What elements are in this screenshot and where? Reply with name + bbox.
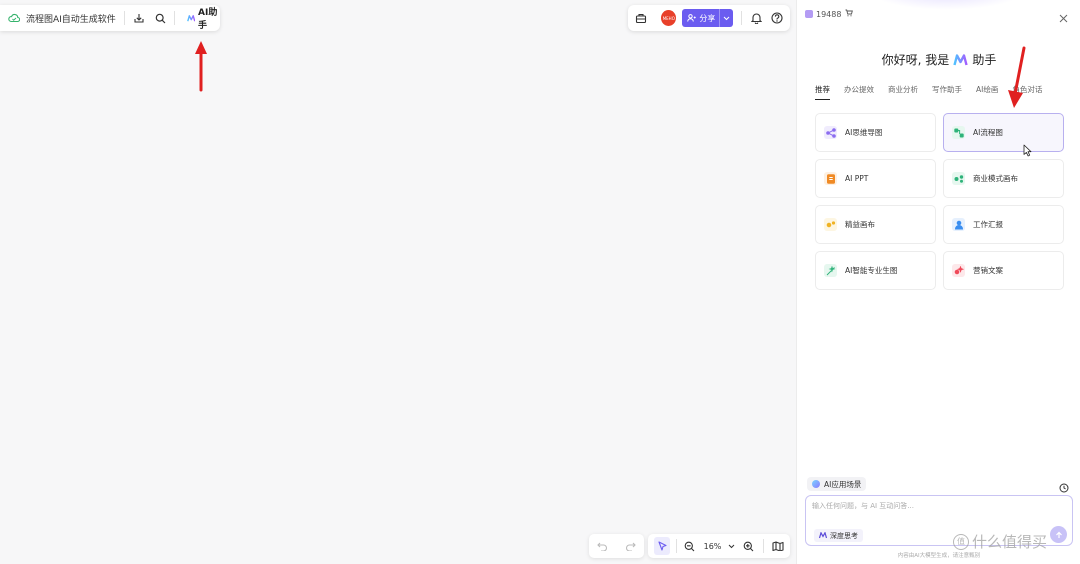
send-button[interactable] [1050,526,1067,543]
app-card-label: AI智能专业生图 [845,266,898,275]
chevron-down-icon[interactable] [718,9,733,27]
zoom-level[interactable]: 16% [704,542,722,551]
tab-business[interactable]: 商业分析 [888,84,918,100]
image-gen-icon [824,264,837,277]
greeting-heading: 你好呀, 我是 助手 [797,51,1080,68]
app-card-label: 商业模式画布 [973,174,1018,183]
share-button[interactable]: 分享 [682,9,733,27]
tab-writing[interactable]: 写作助手 [932,84,962,100]
app-card-label: AI PPT [845,174,869,183]
scene-icon [812,480,820,488]
panel-glow [867,0,1027,10]
app-card[interactable]: AI思维导图 [815,113,936,152]
mindmap-icon [824,126,837,139]
watermark-badge: 值 [953,533,969,550]
select-tool-button[interactable] [654,537,671,555]
cart-icon[interactable] [845,9,854,19]
user-add-icon [687,14,697,22]
watermark-text: 什么值得买 [972,533,1048,551]
tab-ai-painting[interactable]: AI绘画 [976,84,998,100]
app-card-label: 营销文案 [973,266,1003,275]
app-card[interactable]: AI流程图 [943,113,1064,152]
toolbar-divider [173,11,175,25]
toolbar-divider [762,539,764,553]
ai-assistant-panel: 19488 你好呀, 我是 助手 推荐 办公提效 商业分析 写作助手 AI绘画 … [796,0,1080,564]
redo-icon[interactable] [623,539,637,553]
mouse-cursor-icon [1023,144,1032,157]
watermark: 值 什么值得买 [953,531,1047,552]
toolbox-icon[interactable] [634,11,647,25]
share-label: 分享 [699,13,716,23]
app-card[interactable]: 商业模式画布 [943,159,1064,198]
deep-think-icon [819,532,827,539]
app-card-label: AI流程图 [973,128,1003,137]
diagram-canvas[interactable] [0,0,796,564]
greeting-suffix: 助手 [972,53,997,67]
credits-badge[interactable]: 19488 [805,8,854,20]
zoom-in-icon[interactable] [742,539,755,553]
document-title[interactable]: 流程图AI自动生成软件 [26,12,116,25]
zoom-out-icon[interactable] [683,539,696,553]
deep-think-label: 深度思考 [830,531,858,540]
marketing-icon [952,264,965,277]
ai-assistant-label: AI助手 [198,8,218,31]
map-icon[interactable] [771,539,784,553]
red-arrow-annotation [1008,46,1026,108]
deep-think-button[interactable]: 深度思考 [814,529,863,542]
app-card-label: 精益画布 [845,220,875,229]
view-toolbar: 16% [648,534,790,558]
gem-icon [805,10,813,18]
greeting-prefix: 你好呀, 我是 [881,53,950,67]
cursor-icon [658,541,667,551]
close-icon[interactable] [1059,8,1068,27]
toolbar-divider [740,11,742,25]
red-arrow-annotation [195,41,207,92]
flowchart-icon [952,126,965,139]
ai-logo-icon [186,14,195,21]
ai-scenes-chip[interactable]: AI应用场景 [807,477,867,491]
ai-logo-icon [953,53,968,65]
tab-office[interactable]: 办公提效 [844,84,874,100]
app-card-grid: AI思维导图 AI流程图 AI PPT 商业模式画布精益画布 工作汇报 AI智能专业生图 营… [815,113,1064,290]
app-card[interactable]: 营销文案 [943,251,1064,290]
top-left-toolbar: 流程图AI自动生成软件 AI助手 [0,5,220,31]
chat-input[interactable] [812,502,1052,510]
app-card-label: 工作汇报 [973,220,1003,229]
business-canvas-icon [952,172,965,185]
ai-assistant-button[interactable]: AI助手 [186,5,221,31]
send-icon [1055,531,1062,538]
search-icon[interactable] [155,11,166,25]
toolbar-divider [676,539,678,553]
app-card[interactable]: 精益画布 [815,205,936,244]
ai-disclaimer: 内容由AI大模型生成，请注意甄别 [897,553,981,559]
work-report-icon [952,218,965,231]
undo-icon[interactable] [596,539,610,553]
bell-icon[interactable] [750,11,763,25]
tab-recommend[interactable]: 推荐 [815,84,830,100]
history-toolbar [589,534,644,558]
help-icon[interactable] [771,11,784,25]
app-card[interactable]: AI智能专业生图 [815,251,936,290]
credits-value: 19488 [816,9,842,19]
app-card[interactable]: AI PPT [815,159,936,198]
lean-canvas-icon [824,218,837,231]
cloud-sync-icon[interactable] [8,11,20,25]
chevron-down-icon[interactable] [725,539,738,553]
avatar[interactable]: MEHO [661,10,677,26]
ppt-icon [824,172,837,185]
app-card[interactable]: 工作汇报 [943,205,1064,244]
ai-scenes-label: AI应用场景 [824,479,862,489]
toolbar-divider [123,11,125,25]
app-card-label: AI思维导图 [845,128,883,137]
download-icon[interactable] [133,11,145,25]
top-right-toolbar: MEHO 分享 [628,5,790,31]
